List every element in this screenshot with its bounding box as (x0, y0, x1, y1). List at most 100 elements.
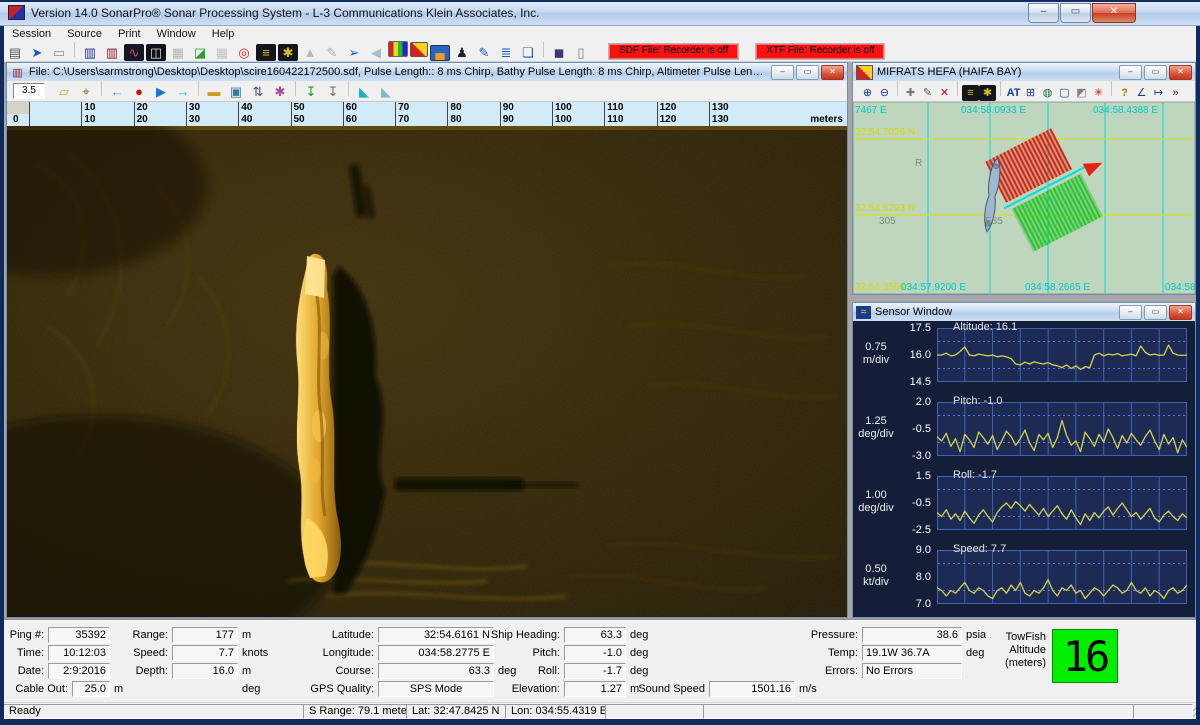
maximize-button[interactable]: ▭ (796, 65, 819, 80)
bottom-track-up-icon[interactable]: ◣ (354, 83, 374, 100)
play-icon[interactable]: ▶ (151, 83, 171, 100)
menu-source[interactable]: Source (59, 27, 110, 41)
gate-display-icon[interactable]: ◫ (146, 44, 166, 61)
pressure-unit: psia (966, 627, 986, 643)
layer-list-icon[interactable]: ≡ (962, 85, 979, 101)
range-ruler-icon[interactable]: ▬ (204, 83, 224, 100)
ruler-lead-cell (7, 102, 29, 114)
sonar-image[interactable] (7, 126, 847, 617)
title-bar[interactable]: Version 14.0 SonarPro® Sonar Processing … (0, 0, 1200, 26)
map-label: 7467 E (855, 105, 887, 116)
field-ship-heading: 63.3 (564, 627, 626, 643)
event-list-icon[interactable]: ≡ (256, 44, 276, 61)
more-tools-icon[interactable]: » (1167, 85, 1184, 101)
delete-icon[interactable]: ✕ (936, 85, 953, 101)
angle-measure-icon[interactable]: ∠ (1133, 85, 1150, 101)
field-pressure: 38.6 (862, 627, 962, 643)
minimize-button[interactable]: – (1028, 3, 1059, 23)
erase-icon[interactable]: ✎ (919, 85, 936, 101)
raw-data-stbd-icon[interactable]: ▥ (102, 44, 122, 61)
ruler-number: 60 (346, 114, 357, 126)
auto-track-icon[interactable]: AT (1005, 85, 1022, 101)
color-tiles-icon[interactable] (410, 42, 428, 57)
pitch-unit: deg (630, 645, 648, 661)
swath-coverage-icon[interactable]: ◩ (1073, 85, 1090, 101)
maximize-button[interactable]: ▭ (1144, 65, 1167, 80)
query-icon[interactable]: ? (1116, 85, 1133, 101)
cascade-windows-icon[interactable]: ❏ (518, 44, 538, 61)
menu-window[interactable]: Window (149, 27, 204, 41)
ruler-tick (343, 102, 344, 114)
menu-session[interactable]: Session (4, 27, 59, 41)
open-file-icon[interactable]: ▱ (54, 83, 74, 100)
sonar-window-titlebar[interactable]: ▥ File: C:\Users\sarmstrong\Desktop\Desk… (7, 63, 847, 82)
towfish-status-icon[interactable]: ➢ (344, 44, 364, 61)
import-icon[interactable]: ▲ (300, 44, 320, 61)
zoom-out-icon[interactable]: ⊖ (876, 85, 893, 101)
mosaic-icon[interactable]: ▦ (168, 44, 188, 61)
select-region-icon[interactable]: ▢ (1056, 85, 1073, 101)
list-bars-icon[interactable]: ≣ (496, 44, 516, 61)
marker-add-icon[interactable]: ↧ (301, 83, 321, 100)
close-button[interactable]: ✕ (1169, 305, 1192, 320)
gain-sliders-icon[interactable]: ⇅ (248, 83, 268, 100)
roll-label: Roll: (432, 663, 560, 679)
plot-edit-icon[interactable]: ✎ (474, 44, 494, 61)
blank-button-icon[interactable]: ▭ (49, 44, 69, 61)
stop-icon[interactable]: ● (129, 83, 149, 100)
contact-burst-icon[interactable]: ✳ (1090, 85, 1107, 101)
chart-y-tick: -3.0 (897, 450, 931, 462)
close-button[interactable]: ✕ (1092, 3, 1136, 23)
grid-view-icon[interactable]: ▦ (212, 44, 232, 61)
globe-icon[interactable]: ◍ (1039, 85, 1056, 101)
minimize-button[interactable]: – (771, 65, 794, 80)
contacts-icon[interactable]: ♟ (452, 44, 472, 61)
print-icon[interactable]: ▤ (5, 44, 25, 61)
ruler-number: 10 (84, 102, 95, 114)
chart-y-tick: 8.0 (897, 571, 931, 583)
map-label: 034:58 (1165, 282, 1195, 293)
toolbar-separator (1111, 81, 1112, 96)
bottom-track-down-icon[interactable]: ◣ (376, 83, 396, 100)
settings-gear-icon[interactable]: ✱ (278, 44, 298, 61)
marker-remove-icon[interactable]: ↧ (323, 83, 343, 100)
terrain-view-icon[interactable]: ◪ (190, 44, 210, 61)
field-sound-speed: 1501.16 (709, 681, 795, 697)
sensor-window-titlebar[interactable]: ≈ Sensor Window –▭✕ (853, 303, 1195, 322)
palette-icon[interactable]: ✱ (270, 83, 290, 100)
menu-print[interactable]: Print (110, 27, 149, 41)
menu-help[interactable]: Help (204, 27, 243, 41)
file-search-icon[interactable]: ⌖ (76, 83, 96, 100)
ruler-number: 0 (13, 114, 19, 126)
seek-forward-icon[interactable]: → (173, 83, 193, 100)
center-view-icon[interactable]: ⊞ (1022, 85, 1039, 101)
towfish-deploy-icon[interactable]: ➤ (27, 44, 47, 61)
raw-data-port-icon[interactable]: ▥ (80, 44, 100, 61)
minimize-button[interactable]: – (1119, 305, 1142, 320)
latitude-label: Latitude: (246, 627, 374, 643)
display-window-icon[interactable]: ▄ (430, 45, 450, 61)
time-label: Time: (0, 645, 44, 661)
map-canvas[interactable]: 7467 E034:58.0933 E034:58.4388 E32:54.70… (853, 102, 1195, 294)
pan-icon[interactable]: ✚ (902, 85, 919, 101)
close-button[interactable]: ✕ (1169, 65, 1192, 80)
range-scale-input[interactable]: 3.5 (13, 83, 45, 99)
previous-icon[interactable]: ◀ (366, 44, 386, 61)
close-button[interactable]: ✕ (821, 65, 844, 80)
maximize-button[interactable]: ▭ (1060, 3, 1091, 23)
signal-waveform-icon[interactable]: ∿ (124, 44, 144, 61)
annotate-icon[interactable]: ✎ (322, 44, 342, 61)
offset-icon[interactable]: ↦ (1150, 85, 1167, 101)
ruler-tick (552, 102, 553, 114)
map-window-titlebar[interactable]: MIFRATS HEFA (HAIFA BAY) –▭✕ (853, 63, 1195, 82)
display-settings-icon[interactable]: ▣ (226, 83, 246, 100)
layer-settings-icon[interactable]: ✱ (979, 85, 996, 101)
maximize-button[interactable]: ▭ (1144, 305, 1167, 320)
target-icon[interactable]: ◎ (234, 44, 254, 61)
seek-back-icon[interactable]: ← (107, 83, 127, 100)
palette-icon[interactable] (388, 41, 408, 57)
save-icon[interactable]: ◼ (549, 44, 569, 61)
minimize-button[interactable]: – (1119, 65, 1142, 80)
zoom-in-icon[interactable]: ⊕ (859, 85, 876, 101)
new-file-icon[interactable]: ▯ (571, 44, 591, 61)
